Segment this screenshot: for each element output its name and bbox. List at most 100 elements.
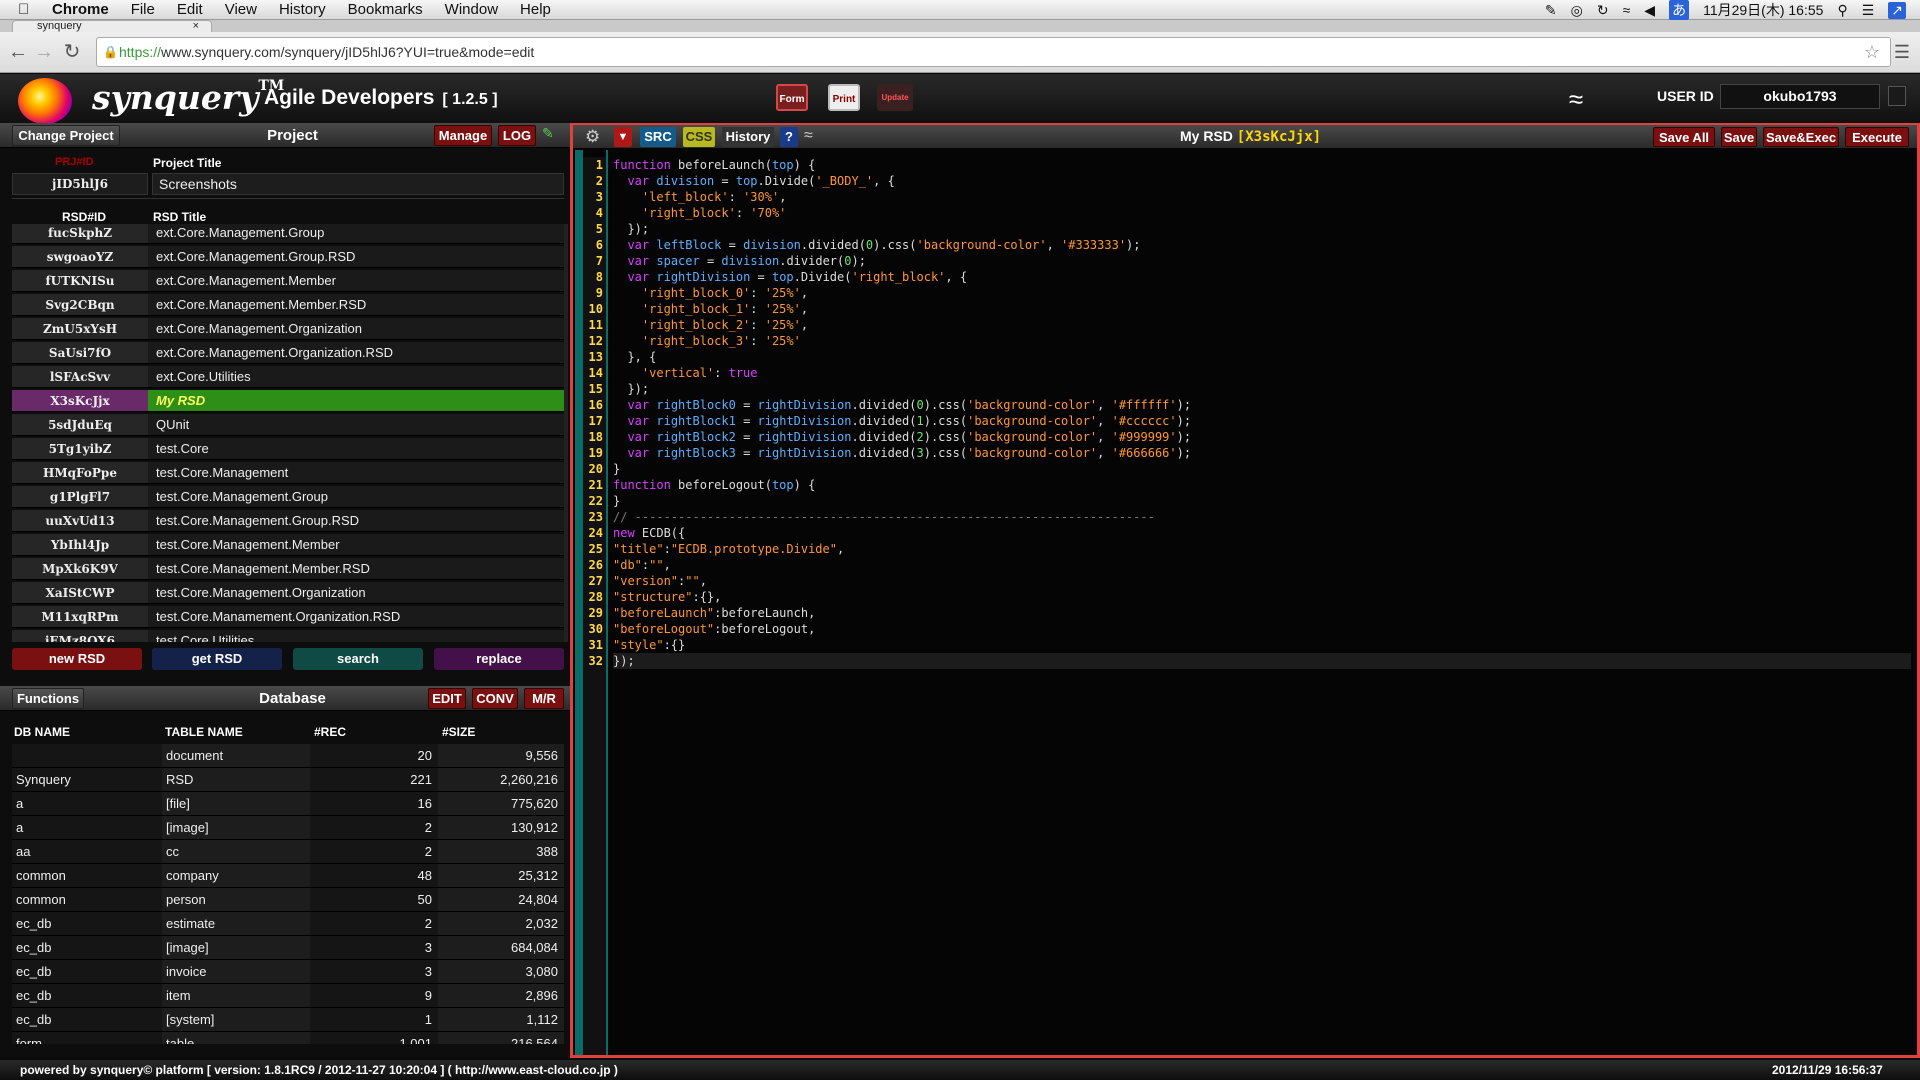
fullscreen-icon[interactable]: ↗ [1888,1,1906,19]
db-table-row[interactable]: ec_db item 9 2,896 [12,984,564,1008]
db-table-row[interactable]: ec_db estimate 2 2,032 [12,912,564,936]
close-tab-icon[interactable]: × [193,21,199,32]
clock[interactable]: 11月29日(木) 16:55 [1703,0,1823,20]
apple-icon[interactable]:  [18,1,40,18]
rsd-list-scrollbar[interactable] [564,224,568,642]
rsd-row[interactable]: HMqFoPpe test.Core.Management [12,462,564,484]
rsd-row[interactable]: M11xqRPm test.Core.Manamement.Organizatio… [12,606,564,628]
user-id-label: USER ID [1657,88,1714,104]
rsd-row[interactable]: fucSkphZ ext.Core.Management.Group [12,224,564,244]
tagline: Agile Developers[ 1.2.5 ] [264,86,498,109]
rsd-row[interactable]: 5sdJduEq QUnit [12,414,564,436]
time-machine-icon[interactable]: ↻ [1597,2,1609,19]
menu-view[interactable]: View [225,1,257,18]
header-toggle[interactable] [1888,86,1906,106]
rec-count-cell: 3 [424,964,432,979]
bookmark-star-icon[interactable]: ☆ [1864,38,1880,66]
functions-button[interactable]: Functions [12,688,84,709]
menu-edit[interactable]: Edit [177,1,203,18]
change-project-button[interactable]: Change Project [12,125,120,146]
sync-icon[interactable]: ◎ [1571,2,1583,19]
log-button[interactable]: LOG [498,125,536,146]
rsd-row[interactable]: lSFAcSvv ext.Core.Utilities [12,366,564,388]
db-table-row[interactable]: a [file] 16 775,620 [12,792,564,816]
wifi-icon[interactable]: ≈ [1623,2,1631,18]
db-table-row[interactable]: common company 48 25,312 [12,864,564,888]
menu-help[interactable]: Help [520,1,551,18]
db-table-row[interactable]: ec_db [system] 1 1,112 [12,1008,564,1032]
rsd-row[interactable]: XaIStCWP test.Core.Management.Organizatio… [12,582,564,604]
footer-clock: 2012/11/29 16:56:37 [1772,1063,1883,1077]
rsd-row[interactable]: g1PlgFl7 test.Core.Management.Group [12,486,564,508]
back-arrow-icon[interactable]: ← [6,40,30,64]
menu-history[interactable]: History [279,1,326,18]
menu-bookmarks[interactable]: Bookmarks [348,1,423,18]
rsd-id-cell: 5sdJduEq [12,414,148,435]
rsd-row[interactable]: iEMz8OX6 test.Core.Utilities [12,630,564,642]
form-button[interactable]: Form [776,84,808,111]
rsd-row[interactable]: ZmU5xYsH ext.Core.Management.Organization [12,318,564,340]
rsd-row[interactable]: uuXvUd13 test.Core.Management.Group.RSD [12,510,564,532]
rsd-row[interactable]: fUTKNISu ext.Core.Management.Member [12,270,564,292]
mr-button[interactable]: M/R [524,688,564,709]
conv-button[interactable]: CONV [472,688,518,709]
collapse-down-icon[interactable]: ▼ [614,127,632,147]
rsd-row[interactable]: swgoaoYZ ext.Core.Management.Group.RSD [12,246,564,268]
lock-icon: 🔒 [103,45,118,59]
replace-button[interactable]: replace [434,648,564,670]
history-tab[interactable]: History [722,127,774,147]
rec-count-cell: 3 [424,940,432,955]
db-table-row[interactable]: ec_db [image] 3 684,084 [12,936,564,960]
spotlight-icon[interactable]: ⚲ [1837,2,1847,19]
rsd-id-cell: SaUsi7fO [12,342,148,363]
project-title-value[interactable]: Screenshots [152,173,564,195]
volume-icon[interactable]: ◀ [1644,2,1655,19]
address-bar[interactable]: 🔒 https://www.synquery.com/synquery/jID5… [96,37,1891,67]
edit-button[interactable]: EDIT [428,688,466,709]
status-footer: powered by synquery© platform [ version:… [0,1060,1920,1080]
save-button[interactable]: Save [1721,127,1757,147]
notification-list-icon[interactable]: ☰ [1862,2,1875,19]
menu-window[interactable]: Window [445,1,498,18]
rsd-row[interactable]: YbIhl4Jp test.Core.Management.Member [12,534,564,556]
rsd-row[interactable]: Svg2CBqn ext.Core.Management.Member.RSD [12,294,564,316]
rsd-id-cell: M11xqRPm [12,606,148,627]
rsd-row[interactable]: X3sKcJjx My RSD [12,390,564,412]
db-table-row[interactable]: common person 50 24,804 [12,888,564,912]
db-table-row[interactable]: document 20 9,556 [12,744,564,768]
help-button[interactable]: ? [780,127,798,147]
db-table-row[interactable]: aa cc 2 388 [12,840,564,864]
update-button[interactable]: Update [877,84,913,111]
rsd-title-cell: test.Core.Management [156,465,289,480]
css-tab[interactable]: CSS [683,127,715,147]
pen-icon[interactable]: ✎ [1545,2,1557,19]
user-id-field[interactable]: okubo1793 [1720,84,1880,109]
rsd-row[interactable]: SaUsi7fO ext.Core.Management.Organization… [12,342,564,364]
db-table-row[interactable]: form table 1,001 216,564 [12,1032,564,1044]
new-rsd-button[interactable]: new RSD [12,648,142,670]
manage-button[interactable]: Manage [434,125,492,146]
chrome-menu-icon[interactable]: ☰ [1890,40,1914,64]
settings-gear-icon[interactable]: ⚙ [585,127,605,147]
print-button[interactable]: Print [828,84,860,111]
code-editor[interactable]: function beforeLaunch(top) { var divisio… [613,157,1913,1055]
rsd-row[interactable]: 5Tg1yibZ test.Core [12,438,564,460]
input-method-icon[interactable]: あ [1669,0,1690,20]
forward-arrow-icon[interactable]: → [32,40,56,64]
db-table-row[interactable]: ec_db invoice 3 3,080 [12,960,564,984]
save-all-button[interactable]: Save All [1653,127,1715,147]
edit-pencil-icon[interactable]: ✎ [542,125,556,146]
db-table-row[interactable]: Synquery RSD 221 2,260,216 [12,768,564,792]
get-rsd-button[interactable]: get RSD [152,648,282,670]
wifi-icon[interactable]: ≈ [804,127,826,147]
execute-button[interactable]: Execute [1845,127,1909,147]
search-button[interactable]: search [293,648,423,670]
src-tab[interactable]: SRC [640,127,676,147]
reload-icon[interactable]: ↻ [60,40,84,64]
rsd-row[interactable]: MpXk6K9V test.Core.Management.Member.RSD [12,558,564,580]
save-exec-button[interactable]: Save&Exec [1763,127,1839,147]
db-table-row[interactable]: a [image] 2 130,912 [12,816,564,840]
browser-tab[interactable]: synquery × [12,20,212,32]
menu-file[interactable]: File [131,1,155,18]
menu-app-chrome[interactable]: Chrome [52,1,109,18]
